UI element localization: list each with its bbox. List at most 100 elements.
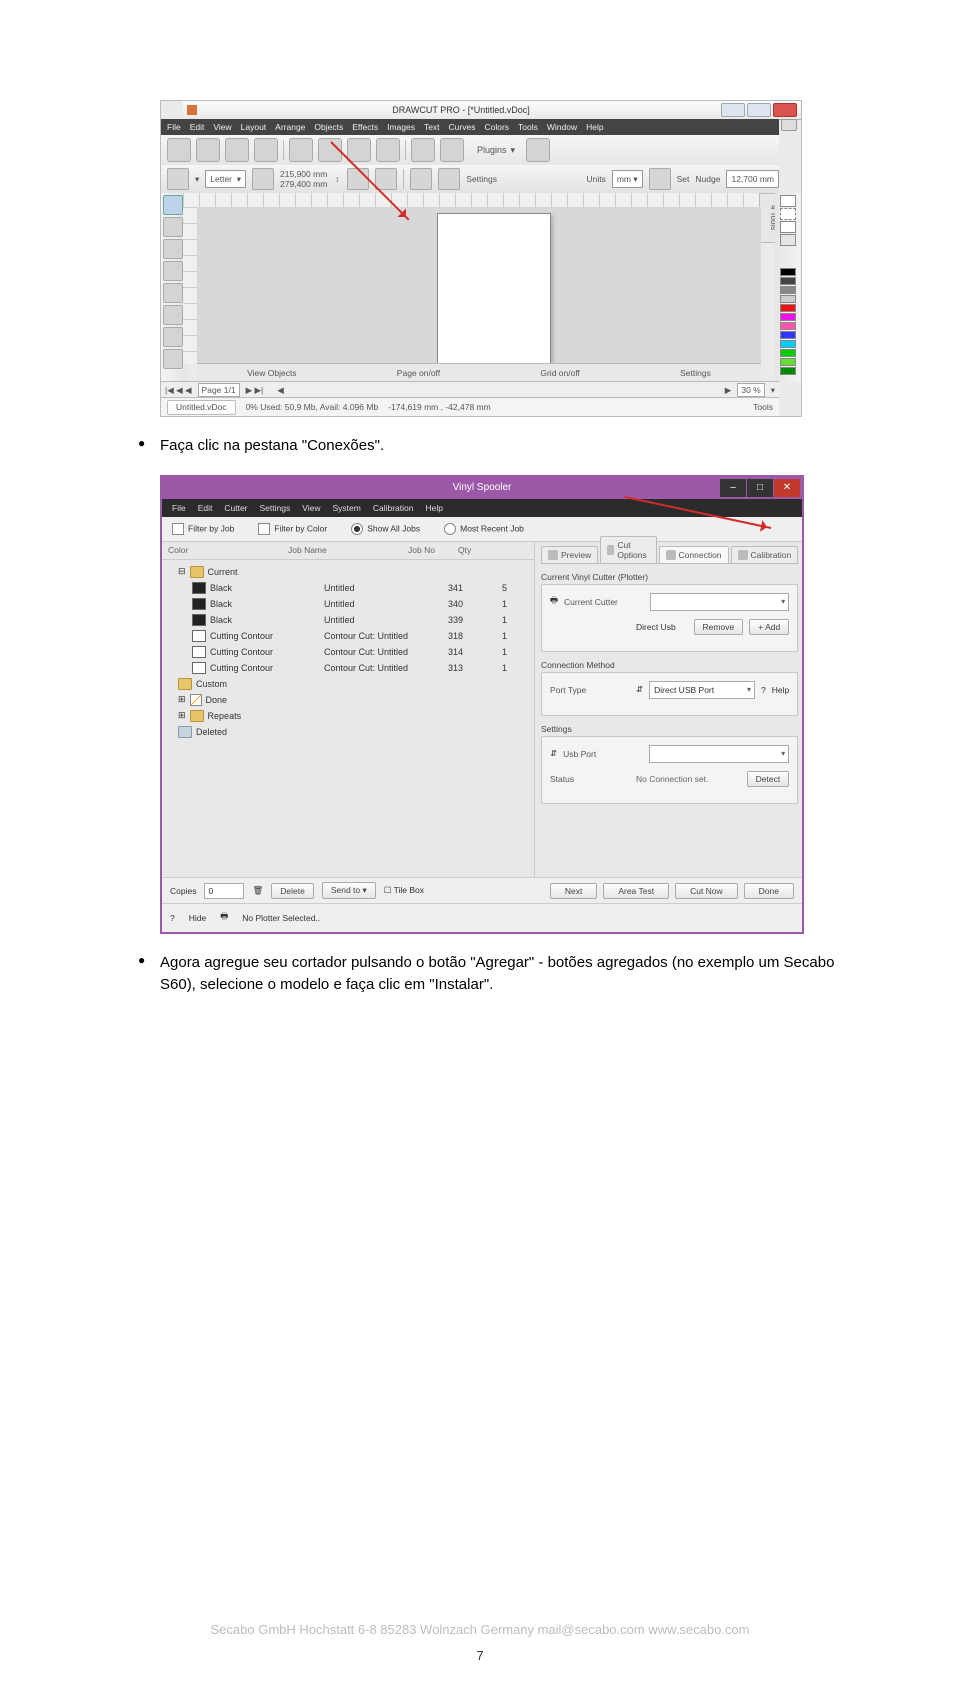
job-row[interactable]: Cutting ContourContour Cut: Untitled3181: [164, 628, 532, 644]
opt-icon[interactable]: [410, 168, 432, 190]
menu-layout[interactable]: Layout: [241, 122, 267, 132]
menu-window[interactable]: Window: [547, 122, 577, 132]
menu-view[interactable]: View: [213, 122, 231, 132]
toolbar-icon[interactable]: [254, 138, 278, 162]
remove-button[interactable]: Remove: [694, 619, 744, 635]
brush-tool-icon[interactable]: [163, 283, 183, 303]
menu-system[interactable]: System: [333, 503, 361, 513]
menu-text[interactable]: Text: [424, 122, 440, 132]
tab-cut-options[interactable]: Cut Options: [600, 536, 656, 563]
toolbar-icon[interactable]: [289, 138, 313, 162]
tab-connection[interactable]: Connection: [659, 546, 729, 563]
page-indicator[interactable]: Page 1/1: [198, 383, 240, 397]
swatch[interactable]: [780, 358, 796, 366]
menu-objects[interactable]: Objects: [314, 122, 343, 132]
text2-tool-icon[interactable]: [163, 327, 183, 347]
shape-tool-icon[interactable]: [163, 305, 183, 325]
job-row[interactable]: Cutting ContourContour Cut: Untitled3141: [164, 644, 532, 660]
tab-preview[interactable]: Preview: [541, 546, 598, 563]
zoom-tool-icon[interactable]: [163, 239, 183, 259]
col-jobname[interactable]: Job Name: [288, 545, 408, 555]
col-jobno[interactable]: Job No: [408, 545, 458, 555]
current-cutter-select[interactable]: [650, 593, 789, 611]
toolbar-icon[interactable]: [196, 138, 220, 162]
swatch[interactable]: [780, 349, 796, 357]
swatch[interactable]: [780, 340, 796, 348]
menu-view[interactable]: View: [302, 503, 320, 513]
opt-icon[interactable]: [252, 168, 274, 190]
minimize-button[interactable]: –: [720, 479, 746, 497]
menu-file[interactable]: File: [167, 122, 181, 132]
sendto-button[interactable]: Send to ▾: [322, 882, 376, 899]
col-qty[interactable]: Qty: [458, 545, 488, 555]
opt-icon[interactable]: [438, 168, 460, 190]
tool-icon[interactable]: [163, 217, 183, 237]
folder-repeats[interactable]: ⊞Repeats: [164, 708, 532, 724]
close-button[interactable]: ✕: [774, 479, 800, 497]
menu-arrange[interactable]: Arrange: [275, 122, 305, 132]
help-label[interactable]: Help: [772, 685, 789, 695]
doc-tab[interactable]: Untitled.vDoc: [167, 400, 236, 415]
pointer-tool-icon[interactable]: [163, 195, 183, 215]
page-toggle[interactable]: Page on/off: [397, 368, 440, 378]
swatch[interactable]: [780, 277, 796, 285]
filter-by-color-check[interactable]: Filter by Color: [258, 523, 327, 535]
menu-edit[interactable]: Edit: [190, 122, 205, 132]
most-recent-radio[interactable]: Most Recent Job: [444, 523, 524, 535]
menu-images[interactable]: Images: [387, 122, 415, 132]
toolbar-icon[interactable]: [526, 138, 550, 162]
opt-icon[interactable]: [375, 168, 397, 190]
swatch[interactable]: [780, 268, 796, 276]
swatch[interactable]: [780, 313, 796, 321]
maximize-button[interactable]: □: [747, 479, 773, 497]
view-settings[interactable]: Settings: [680, 368, 711, 378]
toolbar-icon[interactable]: [411, 138, 435, 162]
job-row[interactable]: BlackUntitled3401: [164, 596, 532, 612]
toolbar-icon[interactable]: [167, 138, 191, 162]
menu-settings[interactable]: Settings: [260, 503, 291, 513]
hide-icon[interactable]: ?: [170, 913, 175, 923]
job-row[interactable]: BlackUntitled3391: [164, 612, 532, 628]
menu-cutter[interactable]: Cutter: [224, 503, 247, 513]
swatch[interactable]: [780, 208, 796, 220]
set-button[interactable]: [649, 168, 671, 190]
port-type-select[interactable]: Direct USB Port: [649, 681, 755, 699]
delete-button[interactable]: Delete: [271, 883, 314, 899]
tile-box-check[interactable]: ☐ Tile Box: [384, 885, 424, 896]
swatch[interactable]: [780, 221, 796, 233]
toolbar-icon[interactable]: [440, 138, 464, 162]
canvas-area[interactable]: [197, 207, 761, 364]
swatch[interactable]: [780, 322, 796, 330]
menu-help[interactable]: Help: [426, 503, 443, 513]
swatch[interactable]: [780, 234, 796, 246]
menu-edit[interactable]: Edit: [198, 503, 213, 513]
hide-label[interactable]: Hide: [189, 913, 206, 923]
close-button[interactable]: [773, 103, 797, 117]
folder-done[interactable]: ⊞Done: [164, 692, 532, 708]
plugins-label[interactable]: Plugins: [477, 145, 507, 155]
detect-button[interactable]: Detect: [747, 771, 790, 787]
swatch[interactable]: [780, 331, 796, 339]
maximize-button[interactable]: [747, 103, 771, 117]
opt-icon[interactable]: [167, 168, 189, 190]
next-button[interactable]: Next: [550, 883, 597, 899]
view-objects[interactable]: View Objects: [247, 368, 296, 378]
page-size-select[interactable]: Letter ▾: [205, 170, 246, 188]
col-color[interactable]: Color: [168, 545, 288, 555]
swatch[interactable]: [780, 195, 796, 207]
menu-effects[interactable]: Effects: [352, 122, 378, 132]
nudge-input[interactable]: 12,700 mm: [726, 170, 779, 188]
folder-deleted[interactable]: Deleted: [164, 724, 532, 740]
filter-by-job-check[interactable]: Filter by Job: [172, 523, 234, 535]
minimize-button[interactable]: [721, 103, 745, 117]
cut-now-button[interactable]: Cut Now: [675, 883, 738, 899]
text-tool-icon[interactable]: [163, 261, 183, 281]
toolbar-icon[interactable]: [225, 138, 249, 162]
layers-tool-icon[interactable]: [163, 349, 183, 369]
swatch[interactable]: [780, 304, 796, 312]
folder-custom[interactable]: Custom: [164, 676, 532, 692]
job-row[interactable]: BlackUntitled3415: [164, 580, 532, 596]
add-button[interactable]: + Add: [749, 619, 789, 635]
copies-input[interactable]: 0: [204, 883, 244, 899]
zoom-indicator[interactable]: 30 %: [737, 383, 764, 397]
